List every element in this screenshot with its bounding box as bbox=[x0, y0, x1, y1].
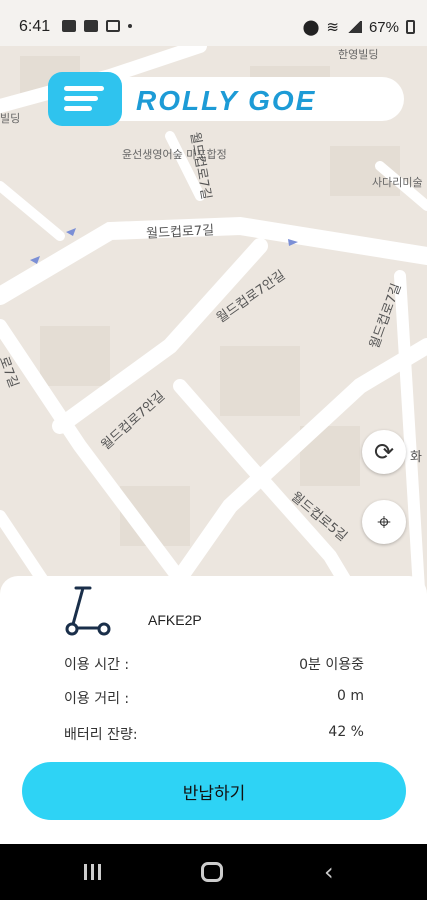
map-label: 화 bbox=[410, 450, 422, 465]
location-icon: ⬤ bbox=[302, 19, 320, 36]
ride-info-panel: AFKE2P 이용 시간 : 0분 이용중 이용 거리 : 0 m 배터리 잔량… bbox=[0, 576, 427, 844]
logo-text: ROLLY GOE bbox=[136, 85, 317, 116]
distance-label: 이용 거리 : bbox=[64, 691, 130, 707]
map-view[interactable]: 한영빌딩 빌딩 윤선생영어숲 마포합정 사다리미술 월드컵로7길 월드컵로7안길… bbox=[0, 46, 427, 606]
map-label: 월드컵로7길 bbox=[145, 223, 215, 242]
signal-icon bbox=[345, 21, 362, 33]
status-bar: 6:41 ⬤ ≋ 67% bbox=[0, 0, 427, 46]
logo: ROLLY GOE bbox=[118, 77, 404, 121]
locate-button[interactable]: ⌖ bbox=[362, 500, 406, 544]
device-id: AFKE2P bbox=[148, 612, 202, 628]
usage-time-value: 0분 이용중 bbox=[299, 657, 364, 673]
back-icon[interactable]: ‹ bbox=[324, 858, 334, 886]
dot-icon bbox=[128, 24, 132, 28]
refresh-icon: ⟳ bbox=[373, 438, 395, 466]
battery-icon bbox=[406, 20, 415, 34]
scooter-icon bbox=[65, 586, 111, 636]
refresh-button[interactable]: ⟳ bbox=[362, 430, 406, 474]
map-label: 한영빌딩 bbox=[338, 48, 379, 61]
map-label: 사다리미술 bbox=[372, 176, 423, 189]
recents-icon[interactable] bbox=[84, 864, 105, 884]
return-button[interactable]: 반납하기 bbox=[22, 762, 406, 820]
map-label: 빌딩 bbox=[0, 112, 21, 125]
home-icon[interactable] bbox=[201, 862, 223, 882]
system-nav-bar: ‹ bbox=[0, 844, 427, 900]
wifi-call-icon bbox=[106, 20, 120, 32]
app-header: ROLLY GOE bbox=[48, 72, 404, 126]
distance-value: 0 m bbox=[337, 688, 364, 704]
battery-label: 배터리 잔량: bbox=[64, 727, 138, 743]
status-time: 6:41 bbox=[19, 18, 51, 35]
menu-icon bbox=[64, 86, 104, 116]
gallery-icon bbox=[62, 20, 76, 32]
battery-percent: 67% bbox=[368, 18, 399, 36]
wifi-icon: ≋ bbox=[326, 19, 339, 36]
crosshair-icon: ⌖ bbox=[377, 508, 391, 536]
message-icon bbox=[84, 20, 98, 32]
usage-time-label: 이용 시간 : bbox=[64, 657, 130, 673]
battery-value: 42 % bbox=[328, 724, 364, 740]
menu-button[interactable] bbox=[48, 72, 122, 126]
map-label: 윤선생영어숲 마포합정 bbox=[122, 148, 227, 161]
